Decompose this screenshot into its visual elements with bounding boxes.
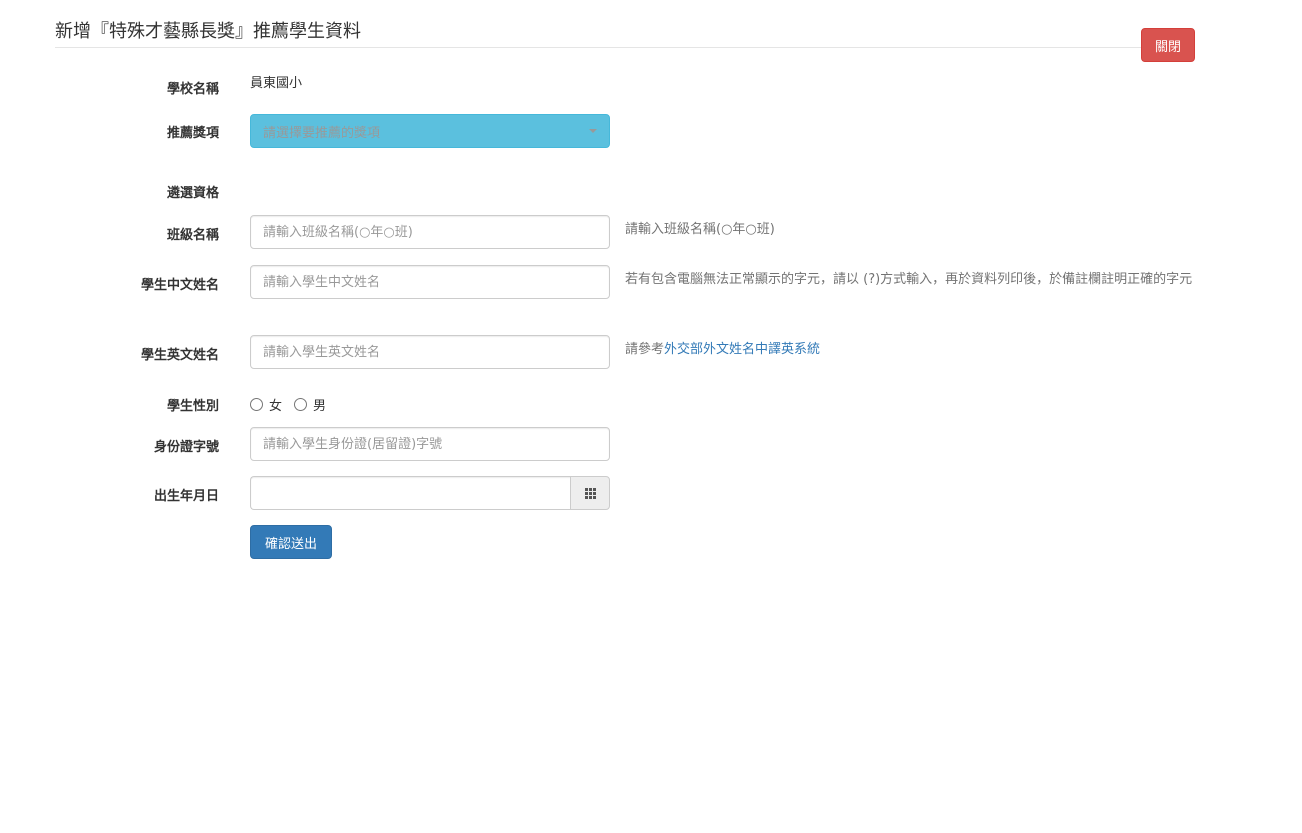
chinese-name-input[interactable] [250,265,610,299]
school-value: 員東國小 [250,76,303,91]
award-label: 推薦獎項 [166,126,219,141]
english-name-help-prefix: 請參考 [625,342,665,357]
birthday-input[interactable] [250,476,571,510]
award-select[interactable]: 請選擇要推薦的獎項 [250,114,610,148]
gender-option-male: 男 [313,399,327,414]
id-number-input[interactable] [250,427,610,461]
chevron-down-icon [589,129,597,133]
gender-radio-male[interactable] [294,398,308,411]
gender-radio-group: 女 男 [250,395,338,414]
english-name-help: 請參考外交部外文姓名中譯英系統 [625,340,1215,360]
submit-button[interactable]: 確認送出 [250,525,332,559]
page-title: 新增『特殊才藝縣長獎』推薦學生資料 [55,21,361,42]
chinese-name-help: 若有包含電腦無法正常顯示的字元，請以 (?)方式輸入，再於資料列印後，於備註欄註… [625,272,1193,287]
page: 新增『特殊才藝縣長獎』推薦學生資料 關閉 學校名稱 員東國小 推薦獎項 請選擇要… [0,0,1302,833]
class-name-label: 班級名稱 [166,228,219,243]
gender-label: 學生性別 [166,399,219,414]
gender-radio-female[interactable] [250,398,263,411]
gender-option-female: 女 [269,399,283,414]
calendar-button[interactable] [570,476,610,510]
translation-system-link[interactable]: 外交部外文姓名中譯英系統 [664,342,820,357]
class-name-input[interactable] [250,215,610,249]
school-label: 學校名稱 [166,82,219,97]
eligibility-label: 遴選資格 [166,186,219,201]
award-select-placeholder: 請選擇要推薦的獎項 [263,125,381,141]
chinese-name-label: 學生中文姓名 [140,278,219,293]
id-number-label: 身份證字號 [153,440,219,455]
birthday-label: 出生年月日 [153,489,219,504]
class-name-help: 請輸入班級名稱(○年○班) [625,222,775,237]
page-header: 新增『特殊才藝縣長獎』推薦學生資料 [55,18,1195,48]
calendar-grid-icon [584,487,596,499]
english-name-label: 學生英文姓名 [140,348,219,363]
english-name-input[interactable] [250,335,610,369]
close-button[interactable]: 關閉 [1141,28,1195,62]
